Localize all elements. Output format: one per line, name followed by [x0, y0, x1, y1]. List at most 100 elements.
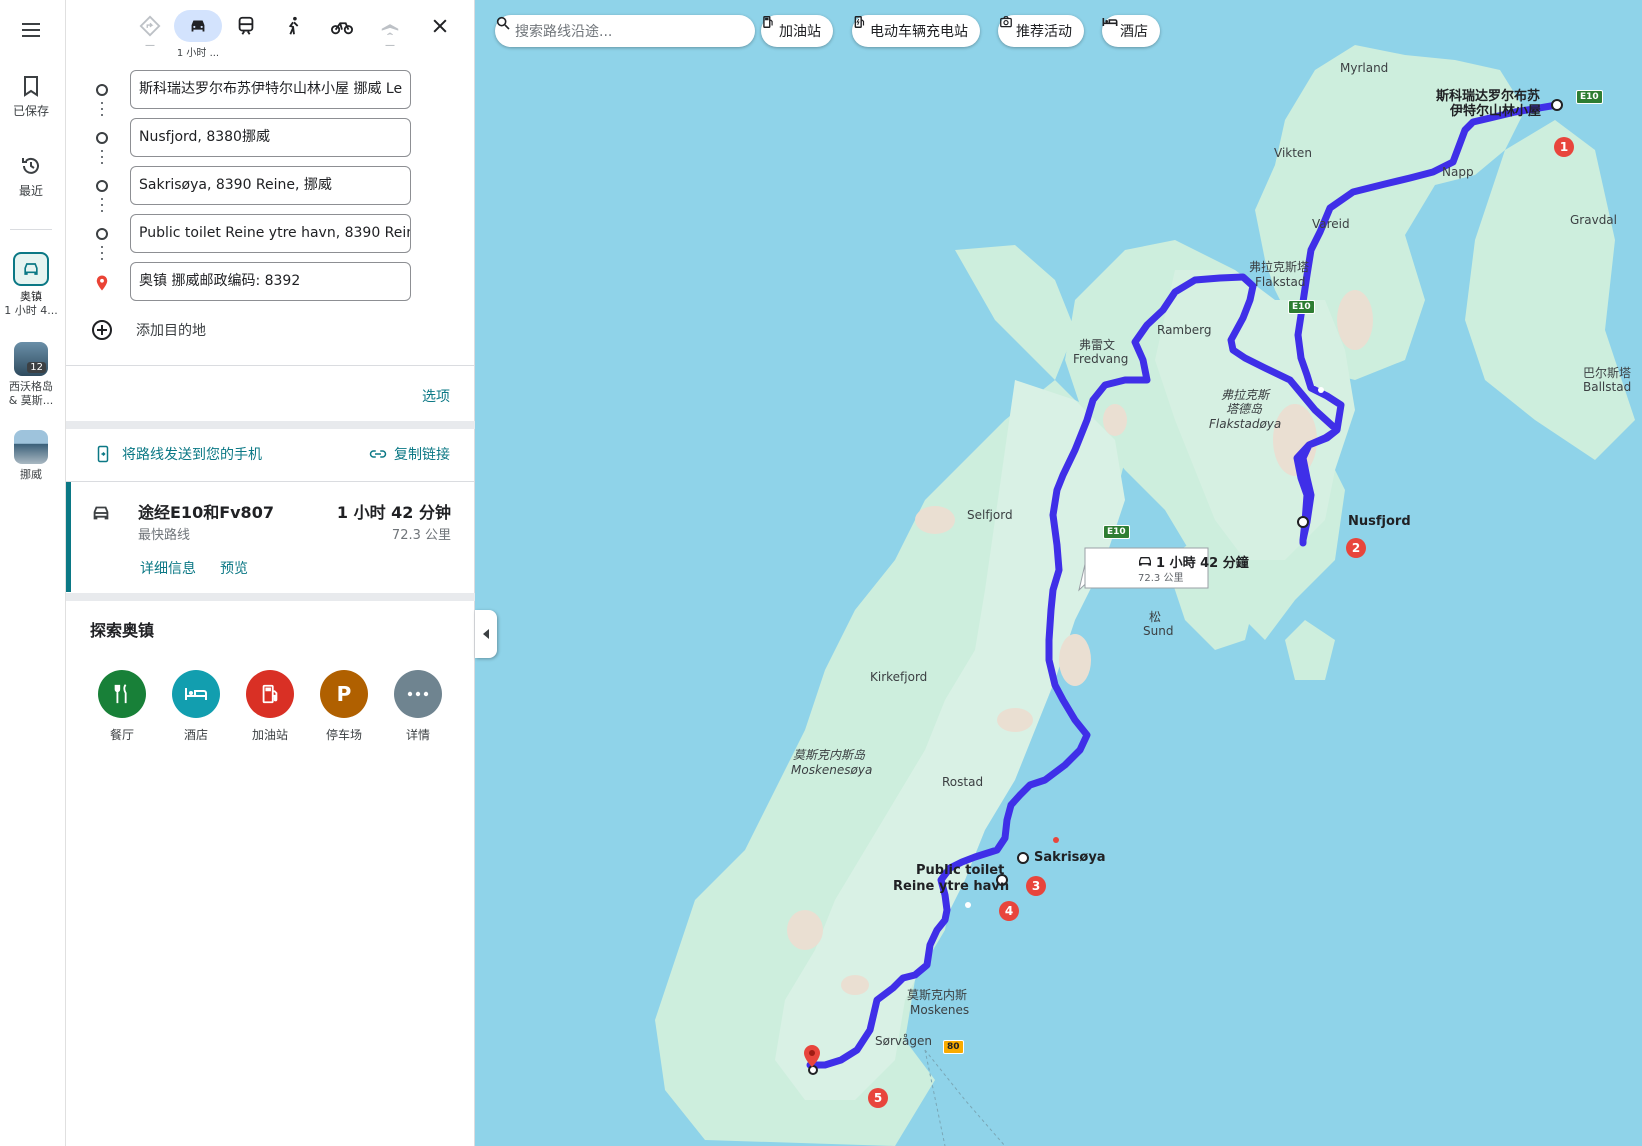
travel-mode-bar: — 1 小时 ... —	[66, 0, 475, 60]
add-destination-button[interactable]: 添加目的地	[90, 318, 206, 342]
preview-link[interactable]: 预览	[220, 558, 248, 578]
waypoint-input-1[interactable]: 斯科瑞达罗尔布苏伊特尔山林小屋 挪威 Le	[130, 70, 411, 109]
stop-number-pin-4[interactable]: 4	[999, 901, 1019, 921]
recent-item-lofoten[interactable]: 12 西沃格岛 & 莫斯...	[0, 342, 62, 408]
bicycle-icon	[331, 22, 353, 35]
place-label: Moskenesøya	[791, 763, 873, 777]
hamburger-icon	[22, 23, 40, 37]
mode-walking[interactable]	[270, 10, 318, 42]
waypoint-label-nusfjord: Nusfjord	[1348, 514, 1411, 529]
place-label: Selfjord	[967, 508, 1013, 522]
route-option-card[interactable]: 途经E10和Fv807 1 小时 42 分钟 最快路线 72.3 公里 详细信息…	[66, 482, 475, 592]
road-shield-e10: E10	[1103, 525, 1130, 539]
search-placeholder: 搜索路线沿途...	[515, 24, 613, 40]
mode-transit[interactable]	[222, 10, 270, 42]
waypoint-label-toilet: Public toilet	[916, 863, 1005, 878]
send-to-phone-icon	[97, 445, 109, 463]
waypoint-input-4[interactable]: Public toilet Reine ytre havn, 8390 Rein…	[130, 214, 411, 253]
recent-item-norway-label: 挪威	[20, 468, 42, 481]
collapse-panel-button[interactable]	[475, 610, 497, 658]
link-icon	[369, 450, 387, 458]
mode-driving[interactable]	[174, 10, 222, 42]
route-title: 途经E10和Fv807	[138, 503, 274, 522]
search-along-route-input[interactable]: 搜索路线沿途...	[495, 15, 755, 47]
mode-flights[interactable]	[366, 10, 414, 42]
bookmark-icon	[24, 76, 38, 97]
saved-label: 已保存	[12, 104, 49, 118]
category-restaurants[interactable]: 餐厅	[92, 670, 152, 743]
active-trip-subtitle: 1 小时 4...	[4, 304, 58, 317]
camera-icon	[1000, 16, 1012, 28]
waypoint-connector	[101, 150, 103, 166]
category-hotels[interactable]: 酒店	[166, 670, 226, 743]
add-circle-icon	[92, 320, 112, 340]
category-gas-stations[interactable]: 加油站	[240, 670, 300, 743]
place-label: Ramberg	[1157, 323, 1212, 337]
category-label: 停车场	[325, 728, 362, 742]
recent-item-norway[interactable]: 挪威	[0, 430, 62, 482]
gas-station-icon	[763, 16, 773, 28]
map-canvas[interactable]: 1 小時 42 分鐘 72.3 公里 搜索路线沿途... 加油站 电动车辆充电站…	[475, 0, 1642, 1146]
category-more[interactable]: 详情	[388, 670, 448, 743]
place-label: Flakstad	[1255, 275, 1306, 289]
stop-number-pin-2[interactable]: 2	[1346, 538, 1366, 558]
place-label: Sørvågen	[875, 1034, 932, 1048]
bed-icon	[172, 670, 220, 718]
chip-label: 推荐活动	[1016, 24, 1072, 40]
waypoint-label-sakrisoya: Sakrisøya	[1034, 850, 1106, 865]
mode-flights-dash: —	[385, 40, 395, 51]
chip-hotels[interactable]: 酒店	[1102, 15, 1160, 47]
category-label: 餐厅	[109, 728, 134, 742]
chevron-left-icon	[483, 629, 489, 639]
options-link[interactable]: 选项	[422, 386, 450, 406]
mode-best[interactable]	[126, 10, 174, 42]
saved-button[interactable]: 已保存	[0, 74, 62, 119]
mode-cycling[interactable]	[318, 10, 366, 42]
copy-link-button[interactable]: 复制链接	[368, 444, 450, 464]
chip-things-to-do[interactable]: 推荐活动	[998, 15, 1084, 47]
chip-gas-stations[interactable]: 加油站	[761, 15, 833, 47]
directions-panel: — 1 小时 ... — 斯科瑞达罗尔布苏伊特尔山林小屋 挪威 Le Nusfj…	[66, 0, 475, 1146]
stop-number-pin-5[interactable]: 5	[868, 1088, 888, 1108]
close-directions-button[interactable]	[416, 10, 464, 42]
place-label: 弗拉克斯塔	[1249, 260, 1310, 274]
road-shield-e10: E10	[1576, 90, 1603, 104]
destination-input[interactable]: 奥镇 挪威邮政编码: 8392	[130, 262, 411, 301]
directions-diamond-icon	[139, 15, 161, 37]
waypoint-input-3[interactable]: Sakrisøya, 8390 Reine, 挪威	[130, 166, 411, 205]
waypoint-label-start: 伊特尔山林小屋	[1450, 104, 1542, 119]
recent-thumbnail-norway	[14, 430, 48, 464]
place-label: Sund	[1143, 624, 1174, 638]
place-label: Vareid	[1312, 217, 1350, 231]
place-label: Flakstadøya	[1209, 417, 1282, 431]
place-label: Gravdal	[1570, 213, 1617, 227]
route-subtitle: 最快路线	[138, 528, 191, 543]
place-label: 莫斯克内斯岛	[793, 748, 866, 762]
place-label: 弗雷文	[1079, 338, 1116, 352]
stop-number-pin-1[interactable]: 1	[1554, 137, 1574, 157]
active-trip-button[interactable]: 奥镇 1 小时 4...	[0, 252, 62, 318]
category-label: 酒店	[183, 728, 208, 742]
recent-thumbnail: 12	[14, 342, 48, 376]
waypoint-input-2[interactable]: Nusfjord, 8380挪威	[130, 118, 411, 157]
send-to-phone-button[interactable]: 将路线发送到您的手机	[94, 444, 262, 464]
parking-icon: P	[320, 670, 368, 718]
left-rail: 已保存 最近 奥镇 1 小时 4... 12 西沃格岛 & 莫斯... 挪威	[0, 0, 66, 1146]
place-label: 塔德岛	[1226, 402, 1263, 416]
details-link[interactable]: 详细信息	[140, 558, 196, 578]
place-label: 莫斯克内斯	[907, 988, 968, 1002]
menu-button[interactable]	[0, 18, 62, 46]
category-parking[interactable]: P 停车场	[314, 670, 374, 743]
recent-button[interactable]: 最近	[0, 154, 62, 199]
recent-item-label-1: 西沃格岛	[9, 380, 53, 393]
place-label: Myrland	[1340, 61, 1389, 75]
route-callout-distance: 72.3 公里	[1138, 573, 1184, 584]
place-label: 松	[1149, 610, 1162, 624]
chip-ev-charging[interactable]: 电动车辆充电站	[852, 15, 980, 47]
ev-charger-icon	[854, 16, 865, 28]
category-label: 加油站	[251, 728, 288, 742]
stop-number-pin-3[interactable]: 3	[1026, 876, 1046, 896]
gas-station-icon	[246, 670, 294, 718]
place-label: Fredvang	[1073, 352, 1129, 366]
waypoint-connector	[101, 246, 103, 262]
